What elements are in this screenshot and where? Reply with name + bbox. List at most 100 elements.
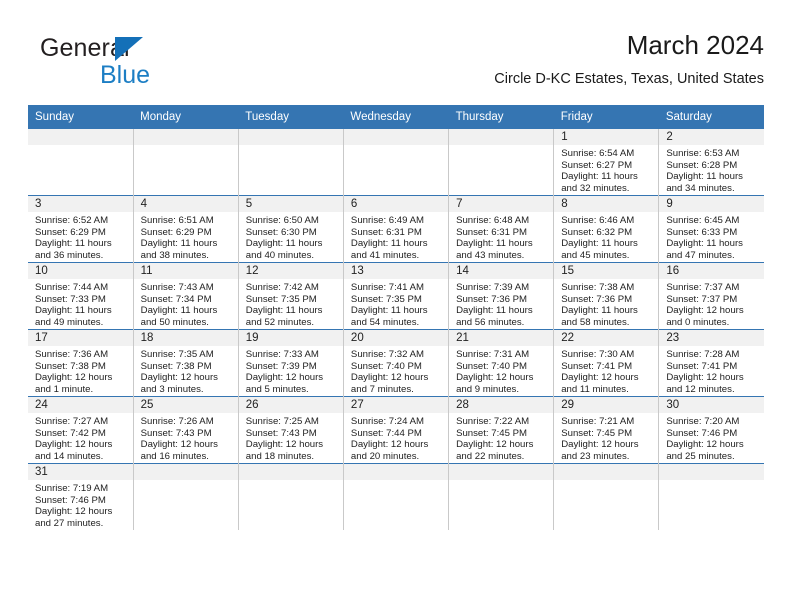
day-cell-details (134, 480, 238, 483)
calendar-day-cell[interactable]: 15 Sunrise: 7:38 AM Sunset: 7:36 PM Dayligh… (553, 262, 659, 330)
daylight-duration-line-1: Daylight: 11 hours (140, 238, 218, 250)
sunset-time: Sunset: 7:43 PM (245, 427, 317, 439)
day-cell-inner: 13 Sunrise: 7:41 AM Sunset: 7:35 PM Dayligh… (343, 263, 449, 329)
sunrise-time: Sunrise: 7:28 AM (666, 349, 740, 360)
calendar-day-cell[interactable]: 16 Sunrise: 7:37 AM Sunset: 7:37 PM Dayligh… (658, 262, 764, 330)
calendar-day-cell[interactable]: 25 Sunrise: 7:26 AM Sunset: 7:43 PM Dayligh… (132, 396, 239, 464)
calendar-day-cell[interactable]: 31 Sunrise: 7:19 AM Sunset: 7:46 PM Dayligh… (28, 463, 134, 530)
calendar-day-cell[interactable]: 7 Sunrise: 6:48 AM Sunset: 6:31 PM Daylight… (448, 195, 554, 263)
calendar-day-cell[interactable]: 3 Sunrise: 6:52 AM Sunset: 6:29 PM Daylight… (28, 195, 134, 263)
sunrise-time: Sunrise: 7:19 AM (35, 483, 109, 494)
daylight-duration-line-1: Daylight: 12 hours (140, 372, 218, 384)
calendar-day-cell[interactable]: 2 Sunrise: 6:53 AM Sunset: 6:28 PM Daylight… (658, 129, 764, 196)
sunset-time: Sunset: 7:45 PM (456, 427, 527, 439)
day-number: 22 (554, 330, 659, 346)
calendar-day-cell[interactable]: 19 Sunrise: 7:33 AM Sunset: 7:39 PM Dayligh… (237, 329, 344, 397)
daylight-duration-line-2: and 50 minutes. (140, 316, 209, 328)
calendar-day-cell[interactable]: 6 Sunrise: 6:49 AM Sunset: 6:31 PM Daylight… (342, 195, 449, 263)
day-cell-inner: 25 Sunrise: 7:26 AM Sunset: 7:43 PM Dayligh… (133, 397, 238, 463)
calendar-day-cell[interactable]: 11 Sunrise: 7:43 AM Sunset: 7:34 PM Dayligh… (132, 262, 239, 330)
day-cell-inner: 4 Sunrise: 6:51 AM Sunset: 6:29 PM Daylight… (133, 196, 238, 262)
calendar-day-cell[interactable]: 27 Sunrise: 7:24 AM Sunset: 7:44 PM Dayligh… (342, 396, 449, 464)
calendar-day-cell[interactable]: 23 Sunrise: 7:28 AM Sunset: 7:41 PM Dayligh… (658, 329, 764, 397)
sunset-time: Sunset: 7:36 PM (561, 293, 633, 305)
calendar-day-cell[interactable]: 10 Sunrise: 7:44 AM Sunset: 7:33 PM Dayligh… (28, 262, 134, 330)
day-cell-inner: 22 Sunrise: 7:30 AM Sunset: 7:41 PM Dayligh… (554, 330, 659, 396)
day-cell-inner: 10 Sunrise: 7:44 AM Sunset: 7:33 PM Dayligh… (28, 263, 133, 329)
sunrise-time: Sunrise: 7:26 AM (140, 416, 214, 427)
calendar-day-cell[interactable]: 29 Sunrise: 7:21 AM Sunset: 7:45 PM Dayligh… (553, 396, 659, 464)
sunrise-time: Sunrise: 6:50 AM (245, 215, 319, 226)
sunset-time: Sunset: 7:35 PM (350, 293, 422, 305)
day-cell-inner: 20 Sunrise: 7:32 AM Sunset: 7:40 PM Dayligh… (343, 330, 449, 396)
day-cell-details: Sunrise: 7:21 AM Sunset: 7:45 PM Daylight:… (554, 413, 658, 462)
calendar-day-cell[interactable]: 17 Sunrise: 7:36 AM Sunset: 7:38 PM Dayligh… (28, 329, 134, 397)
sunrise-time: Sunrise: 6:54 AM (561, 148, 635, 159)
sunrise-time: Sunrise: 7:36 AM (35, 349, 109, 360)
daylight-duration-line-2: and 25 minutes. (666, 450, 735, 462)
day-cell-details (449, 145, 553, 148)
sunrise-time: Sunrise: 7:24 AM (350, 416, 424, 427)
calendar-day-cell[interactable]: 1 Sunrise: 6:54 AM Sunset: 6:27 PM Daylight… (553, 129, 659, 196)
calendar-day-cell-empty (132, 463, 239, 530)
day-cell-details: Sunrise: 7:44 AM Sunset: 7:33 PM Daylight:… (28, 279, 133, 328)
sunset-time: Sunset: 7:45 PM (561, 427, 633, 439)
calendar-day-cell[interactable]: 24 Sunrise: 7:27 AM Sunset: 7:42 PM Dayligh… (28, 396, 134, 464)
daylight-duration-line-1: Daylight: 12 hours (245, 372, 324, 384)
day-number (238, 129, 343, 145)
day-number: 13 (343, 263, 449, 279)
daylight-duration-line-1: Daylight: 11 hours (456, 238, 533, 250)
day-cell-inner (133, 129, 238, 195)
calendar-day-cell-empty (658, 463, 764, 530)
day-number: 2 (659, 129, 764, 145)
calendar-day-cell[interactable]: 28 Sunrise: 7:22 AM Sunset: 7:45 PM Dayligh… (448, 396, 554, 464)
calendar-day-cell[interactable]: 26 Sunrise: 7:25 AM Sunset: 7:43 PM Dayligh… (237, 396, 344, 464)
calendar-body: 1 Sunrise: 6:54 AM Sunset: 6:27 PM Daylight… (28, 129, 764, 530)
day-cell-inner (238, 129, 343, 195)
day-number: 14 (449, 263, 554, 279)
calendar-day-cell[interactable]: 5 Sunrise: 6:50 AM Sunset: 6:30 PM Daylight… (237, 195, 344, 263)
day-cell-details: Sunrise: 7:37 AM Sunset: 7:37 PM Daylight:… (659, 279, 764, 328)
day-number (343, 464, 449, 480)
day-number: 25 (133, 397, 238, 413)
calendar-day-cell[interactable]: 8 Sunrise: 6:46 AM Sunset: 6:32 PM Daylight… (553, 195, 659, 263)
calendar-day-cell[interactable]: 12 Sunrise: 7:42 AM Sunset: 7:35 PM Dayligh… (237, 262, 344, 330)
day-cell-inner: 16 Sunrise: 7:37 AM Sunset: 7:37 PM Dayligh… (659, 263, 764, 329)
calendar-week-row: 17 Sunrise: 7:36 AM Sunset: 7:38 PM Dayligh… (28, 329, 764, 397)
calendar-day-cell[interactable]: 18 Sunrise: 7:35 AM Sunset: 7:38 PM Dayligh… (132, 329, 239, 397)
calendar-day-cell[interactable]: 14 Sunrise: 7:39 AM Sunset: 7:36 PM Dayligh… (448, 262, 554, 330)
sunset-time: Sunset: 7:38 PM (140, 360, 212, 372)
day-number (449, 129, 554, 145)
day-cell-details (239, 145, 343, 148)
sunrise-time: Sunrise: 7:31 AM (456, 349, 530, 360)
day-number: 21 (449, 330, 554, 346)
calendar-day-cell[interactable]: 22 Sunrise: 7:30 AM Sunset: 7:41 PM Dayligh… (553, 329, 659, 397)
calendar-day-cell[interactable]: 20 Sunrise: 7:32 AM Sunset: 7:40 PM Dayligh… (342, 329, 449, 397)
day-number: 10 (28, 263, 133, 279)
sunrise-time: Sunrise: 7:32 AM (350, 349, 424, 360)
calendar-day-cell[interactable]: 21 Sunrise: 7:31 AM Sunset: 7:40 PM Dayligh… (448, 329, 554, 397)
day-cell-details (659, 480, 764, 483)
calendar-day-cell[interactable]: 9 Sunrise: 6:45 AM Sunset: 6:33 PM Daylight… (658, 195, 764, 263)
calendar-header-row: Sunday Monday Tuesday Wednesday Thursday Frid… (28, 105, 764, 129)
daylight-duration-line-2: and 34 minutes. (666, 182, 735, 194)
general-blue-logo[interactable]: General Blue (40, 34, 270, 96)
daylight-duration-line-2: and 58 minutes. (561, 316, 630, 328)
sunset-time: Sunset: 6:31 PM (456, 226, 527, 238)
daylight-duration-line-1: Daylight: 12 hours (350, 439, 429, 451)
daylight-duration-line-2: and 11 minutes. (561, 383, 629, 395)
sunrise-time: Sunrise: 7:39 AM (456, 282, 530, 293)
calendar-day-cell[interactable]: 4 Sunrise: 6:51 AM Sunset: 6:29 PM Daylight… (132, 195, 239, 263)
sunrise-time: Sunrise: 7:21 AM (561, 416, 635, 427)
day-number: 3 (28, 196, 133, 212)
day-number: 9 (659, 196, 764, 212)
sunset-time: Sunset: 7:40 PM (456, 360, 527, 372)
day-cell-inner: 3 Sunrise: 6:52 AM Sunset: 6:29 PM Daylight… (28, 196, 133, 262)
calendar-day-cell[interactable]: 30 Sunrise: 7:20 AM Sunset: 7:46 PM Dayligh… (658, 396, 764, 464)
calendar-day-cell[interactable]: 13 Sunrise: 7:41 AM Sunset: 7:35 PM Dayligh… (342, 262, 449, 330)
daylight-duration-line-1: Daylight: 11 hours (140, 305, 218, 317)
day-number: 11 (133, 263, 238, 279)
sunrise-time: Sunrise: 6:46 AM (561, 215, 635, 226)
day-number (133, 464, 238, 480)
day-number: 7 (449, 196, 554, 212)
